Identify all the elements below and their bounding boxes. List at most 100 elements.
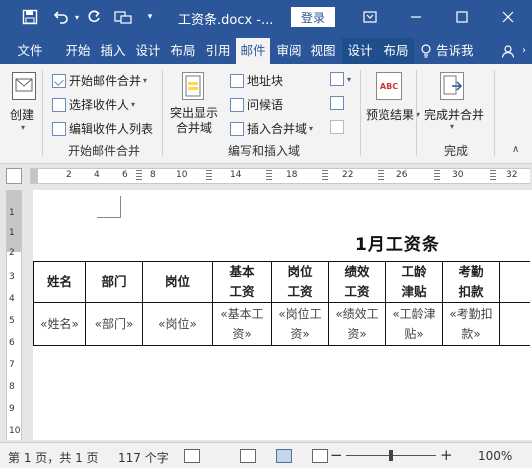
status-bar: 第 1 页，共 1 页 117 个字 − + 100% bbox=[0, 442, 532, 468]
tab-review[interactable]: 审阅 bbox=[272, 38, 306, 64]
finish-merge-icon bbox=[440, 72, 464, 100]
maximize-icon[interactable] bbox=[442, 4, 482, 30]
table-header-cell[interactable]: 基本工资 bbox=[212, 261, 272, 303]
ruler-left-margin bbox=[30, 169, 38, 183]
minimize-icon[interactable] bbox=[396, 4, 436, 30]
merge-field-cell[interactable]: «基本工资» bbox=[212, 302, 272, 346]
ribbon-display-options-icon[interactable] bbox=[350, 4, 390, 30]
tell-me-box[interactable]: 告诉我 bbox=[420, 38, 484, 64]
vertical-ruler[interactable]: 1 1 2 3 4 5 6 7 8 9 10 bbox=[6, 190, 22, 440]
table-header-cell[interactable]: 部门 bbox=[85, 261, 143, 303]
column-marker[interactable] bbox=[434, 170, 440, 182]
select-recipients-button[interactable]: 选择收件人 ▾ bbox=[52, 96, 135, 113]
document-page[interactable]: 1月工资条 姓名 部门 岗位 基本工资 岗位工资 绩效工资 工龄津贴 考勤扣款 … bbox=[33, 190, 532, 440]
table-header-cell[interactable]: 工龄津贴 bbox=[385, 261, 443, 303]
title-bar: ▾ ▾ 工资条.docx -... 登录 bbox=[0, 0, 532, 34]
merge-field-cell[interactable]: «部门» bbox=[85, 302, 143, 346]
table-header-cell[interactable]: 绩效工资 bbox=[328, 261, 386, 303]
table-row: «姓名» «部门» «岗位» «基本工资» «岗位工资» «绩效工资» «工龄津… bbox=[33, 302, 530, 346]
edit-recipient-list-button[interactable]: 编辑收件人列表 bbox=[52, 120, 153, 137]
tab-mailings[interactable]: 邮件 bbox=[236, 38, 270, 64]
ruler-number: 2 bbox=[66, 170, 72, 180]
customize-qat-icon[interactable]: ▾ bbox=[144, 7, 156, 27]
zoom-slider-thumb[interactable] bbox=[389, 450, 393, 461]
scroll-tabs-right-icon[interactable]: › bbox=[518, 38, 530, 64]
save-icon[interactable] bbox=[20, 7, 40, 27]
close-icon[interactable] bbox=[488, 4, 528, 30]
web-layout-icon[interactable] bbox=[312, 449, 328, 463]
ruler-number: 22 bbox=[342, 170, 354, 180]
tab-table-design[interactable]: 设计 bbox=[342, 38, 378, 64]
preview-results-button[interactable]: 预览结果 ▾ bbox=[366, 106, 420, 123]
tab-file[interactable]: 文件 bbox=[8, 38, 52, 64]
merge-field-cell[interactable]: «考勤扣款» bbox=[442, 302, 500, 346]
touch-mode-icon[interactable] bbox=[112, 7, 134, 27]
preview-results-label: 预览结果 bbox=[366, 108, 415, 122]
read-mode-icon[interactable] bbox=[240, 449, 256, 463]
print-layout-icon[interactable] bbox=[276, 449, 292, 463]
update-labels-button bbox=[330, 120, 347, 134]
account-icon[interactable] bbox=[500, 38, 516, 64]
column-marker[interactable] bbox=[206, 170, 212, 182]
ribbon-tab-bar: 文件 开始 插入 设计 布局 引用 邮件 审阅 视图 设计 布局 告诉我 › bbox=[0, 34, 532, 64]
finish-merge-dropdown[interactable]: ▾ bbox=[448, 122, 454, 131]
undo-dropdown-icon[interactable]: ▾ bbox=[73, 7, 81, 27]
horizontal-ruler[interactable]: 2 4 6 8 10 14 18 22 26 30 32 bbox=[30, 168, 530, 184]
collapse-ribbon-icon[interactable]: ∧ bbox=[512, 144, 519, 155]
table-header-cell[interactable]: 姓名 bbox=[33, 261, 86, 303]
zoom-in-button[interactable]: + bbox=[440, 446, 453, 464]
chevron-down-icon: ▾ bbox=[347, 74, 352, 84]
table-header-cell[interactable]: 岗位 bbox=[142, 261, 213, 303]
merge-field-cell[interactable]: «岗位» bbox=[142, 302, 213, 346]
vruler-number: 10 bbox=[9, 426, 21, 436]
greeting-line-icon bbox=[230, 97, 244, 112]
chevron-down-icon: ▾ bbox=[309, 124, 314, 133]
page-count[interactable]: 第 1 页，共 1 页 bbox=[8, 449, 99, 466]
merge-field-cell[interactable]: «工龄津贴» bbox=[385, 302, 443, 346]
highlight-label-line2: 合并域 bbox=[176, 121, 213, 135]
column-marker[interactable] bbox=[266, 170, 272, 182]
tab-design[interactable]: 设计 bbox=[131, 38, 165, 64]
insert-merge-field-button[interactable]: 插入合并域 ▾ bbox=[230, 120, 313, 137]
tab-references[interactable]: 引用 bbox=[201, 38, 235, 64]
tab-layout[interactable]: 布局 bbox=[166, 38, 200, 64]
vruler-number: 9 bbox=[9, 404, 15, 414]
column-marker[interactable] bbox=[378, 170, 384, 182]
tab-home[interactable]: 开始 bbox=[62, 38, 94, 64]
chevron-down-icon: ▾ bbox=[131, 100, 136, 109]
rules-button[interactable]: ▾ bbox=[330, 72, 351, 86]
create-button[interactable]: 创建 ▾ bbox=[10, 106, 34, 132]
column-marker[interactable] bbox=[136, 170, 142, 182]
ruler-number: 14 bbox=[230, 170, 242, 180]
login-button[interactable]: 登录 bbox=[291, 7, 335, 27]
ruler-number: 32 bbox=[506, 170, 518, 180]
word-count[interactable]: 117 个字 bbox=[118, 449, 169, 466]
tab-insert[interactable]: 插入 bbox=[97, 38, 129, 64]
match-fields-button[interactable] bbox=[330, 96, 347, 110]
column-marker[interactable] bbox=[490, 170, 496, 182]
table-header-cell[interactable]: 考勤扣款 bbox=[442, 261, 500, 303]
redo-icon[interactable] bbox=[84, 7, 104, 27]
select-recipients-label: 选择收件人 bbox=[69, 98, 130, 112]
zoom-level[interactable]: 100% bbox=[478, 449, 512, 463]
document-title: 工资条.docx -... bbox=[178, 13, 274, 28]
undo-icon[interactable] bbox=[50, 7, 74, 27]
highlight-merge-fields-button[interactable]: 突出显示 合并域 bbox=[170, 106, 218, 136]
proofing-icon[interactable] bbox=[184, 449, 200, 463]
greeting-line-button[interactable]: 问候语 bbox=[230, 96, 283, 113]
table-header-cell[interactable]: 岗位工资 bbox=[271, 261, 329, 303]
column-marker[interactable] bbox=[322, 170, 328, 182]
merge-field-cell[interactable]: «姓名» bbox=[33, 302, 86, 346]
document-heading[interactable]: 1月工资条 bbox=[355, 230, 440, 255]
write-insert-group-label: 编写和插入域 bbox=[228, 144, 301, 158]
tab-selector[interactable] bbox=[6, 168, 22, 184]
zoom-out-button[interactable]: − bbox=[330, 446, 343, 464]
merge-field-cell[interactable]: «绩效工资» bbox=[328, 302, 386, 346]
finish-merge-button[interactable]: 完成并合并 bbox=[424, 106, 484, 123]
tab-view[interactable]: 视图 bbox=[306, 38, 340, 64]
address-block-button[interactable]: 地址块 bbox=[230, 72, 283, 89]
tab-table-layout[interactable]: 布局 bbox=[378, 38, 414, 64]
start-mail-merge-button[interactable]: 开始邮件合并 ▾ bbox=[52, 72, 147, 89]
merge-field-cell[interactable]: «岗位工资» bbox=[271, 302, 329, 346]
salary-table[interactable]: 姓名 部门 岗位 基本工资 岗位工资 绩效工资 工龄津贴 考勤扣款 «姓名» «… bbox=[33, 261, 530, 346]
